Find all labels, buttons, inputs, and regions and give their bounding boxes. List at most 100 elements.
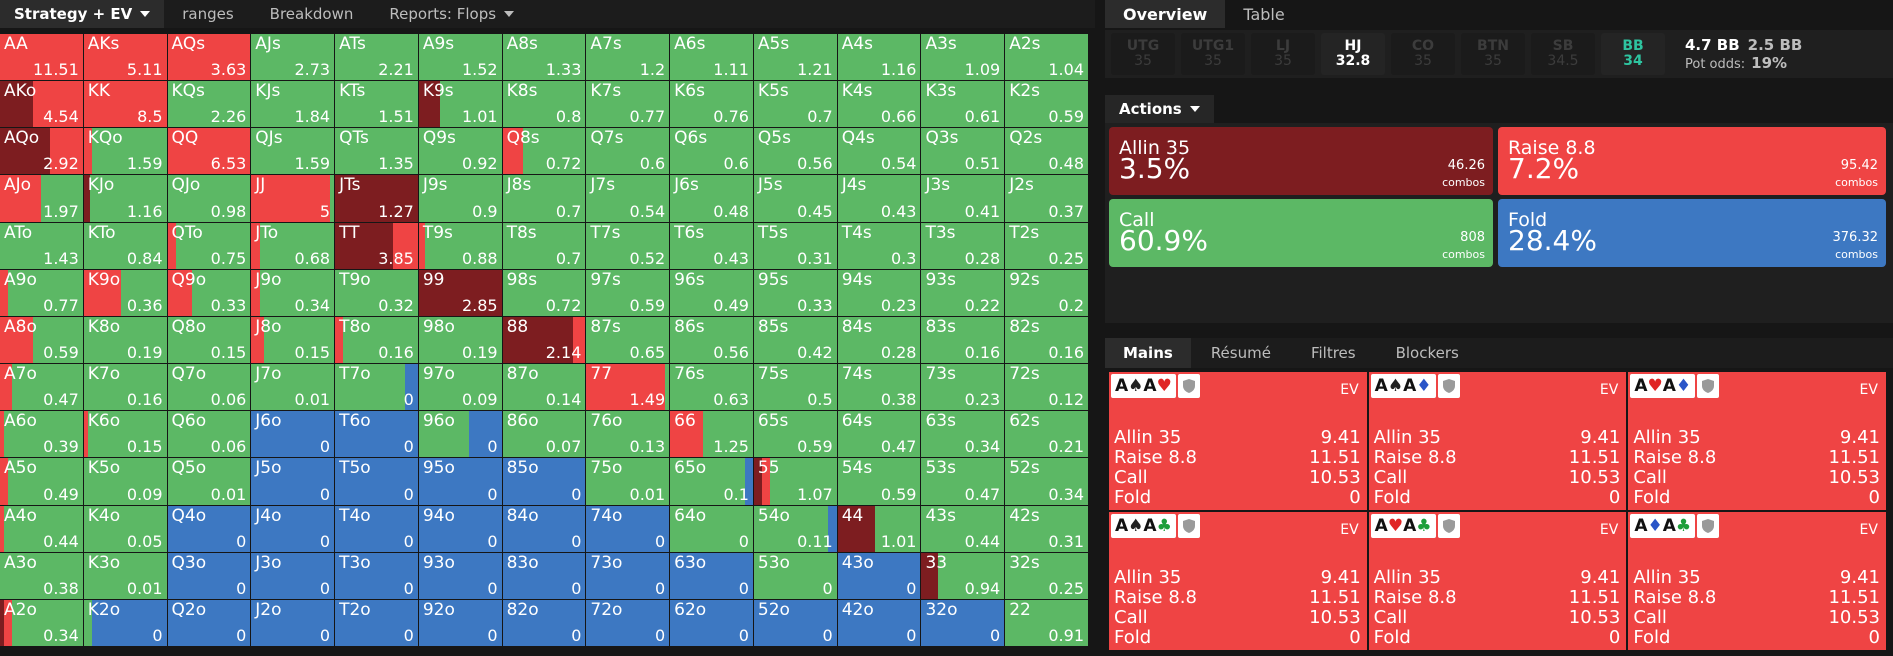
hand-cell[interactable]: KTs 1.51	[335, 81, 418, 128]
hand-cell[interactable]: 63s 0.34	[921, 411, 1005, 458]
position-sb[interactable]: SB 34.5	[1531, 33, 1595, 75]
hand-cell[interactable]: 94o 0	[418, 505, 502, 552]
hand-cell[interactable]: J6s 0.48	[670, 175, 753, 222]
position-hj[interactable]: HJ 32.8	[1321, 33, 1385, 75]
hand-cell[interactable]: 74s 0.38	[837, 364, 921, 411]
action-allin[interactable]: Allin 35 3.5% 46.26 combos	[1109, 127, 1493, 195]
hand-cell[interactable]: T2s 0.25	[1005, 222, 1088, 269]
hand-cell[interactable]: Q9s 0.92	[418, 128, 502, 175]
hand-cell[interactable]: J8s 0.7	[502, 175, 586, 222]
hand-cell[interactable]: A3o 0.38	[0, 552, 83, 599]
hand-cell[interactable]: T5s 0.31	[753, 222, 837, 269]
hand-cell[interactable]: Q4o 0	[167, 505, 251, 552]
hand-cell[interactable]: 83o 0	[502, 552, 586, 599]
hand-cell[interactable]: 84o 0	[502, 505, 586, 552]
hand-cell[interactable]: T8s 0.7	[502, 222, 586, 269]
hand-cell[interactable]: A5s 1.21	[753, 34, 837, 81]
action-call[interactable]: Call 60.9% 808 combos	[1109, 199, 1493, 267]
hand-cell[interactable]: A9o 0.77	[0, 269, 83, 316]
hand-cell[interactable]: Q8o 0.15	[167, 316, 251, 364]
hand-cell[interactable]: 76s 0.63	[670, 364, 753, 411]
action-fold[interactable]: Fold 28.4% 376.32 combos	[1498, 199, 1886, 267]
tab-blockers[interactable]: Blockers	[1376, 338, 1479, 368]
hand-cell[interactable]: AQs 3.63	[167, 34, 251, 81]
hand-cell[interactable]: K7o 0.16	[83, 364, 167, 411]
hand-cell[interactable]: 53s 0.47	[921, 458, 1005, 505]
hand-cell[interactable]: 74o 0	[586, 505, 670, 552]
hand-cell[interactable]: 53o 0	[753, 552, 837, 599]
hand-cell[interactable]: K6o 0.15	[83, 411, 167, 458]
hand-cell[interactable]: 72o 0	[586, 599, 670, 646]
hand-cell[interactable]: K9o 0.36	[83, 269, 167, 316]
position-btn[interactable]: BTN 35	[1461, 33, 1525, 75]
hand-cell[interactable]: J9s 0.9	[418, 175, 502, 222]
tab-overview[interactable]: Overview	[1105, 0, 1226, 28]
hand-cell[interactable]: 66 1.25	[670, 411, 753, 458]
hand-cell[interactable]: 93o 0	[418, 552, 502, 599]
hand-cell[interactable]: 99 2.85	[418, 269, 502, 316]
hand-cell[interactable]: Q8s 0.72	[502, 128, 586, 175]
hand-cell[interactable]: T9o 0.32	[335, 269, 418, 316]
hand-cell[interactable]: ATs 2.21	[335, 34, 418, 81]
hand-cell[interactable]: T6s 0.43	[670, 222, 753, 269]
hand-cell[interactable]: AKs 5.11	[83, 34, 167, 81]
hand-cell[interactable]: K4s 0.66	[837, 81, 921, 128]
hand-cell[interactable]: 97o 0.09	[418, 364, 502, 411]
hand-cell[interactable]: A7s 1.2	[586, 34, 670, 81]
position-utg1[interactable]: UTG1 35	[1181, 33, 1245, 75]
hand-cell[interactable]: 42s 0.31	[1005, 505, 1088, 552]
hand-cell[interactable]: 95o 0	[418, 458, 502, 505]
hand-cell[interactable]: A6o 0.39	[0, 411, 83, 458]
hand-cell[interactable]: K5o 0.09	[83, 458, 167, 505]
hand-cell[interactable]: Q9o 0.33	[167, 269, 251, 316]
hand-cell[interactable]: 75o 0.01	[586, 458, 670, 505]
hand-cell[interactable]: A4o 0.44	[0, 505, 83, 552]
hand-cell[interactable]: AJo 1.97	[0, 175, 83, 222]
position-co[interactable]: CO 35	[1391, 33, 1455, 75]
hand-cell[interactable]: K8o 0.19	[83, 316, 167, 364]
hand-cell[interactable]: 77 1.49	[586, 364, 670, 411]
hand-cell[interactable]: T5o 0	[335, 458, 418, 505]
hand-cell[interactable]: ATo 1.43	[0, 222, 83, 269]
hand-cell[interactable]: Q3o 0	[167, 552, 251, 599]
hand-cell[interactable]: 63o 0	[670, 552, 753, 599]
tab-strategy-ev[interactable]: Strategy + EV	[0, 0, 165, 28]
hand-cell[interactable]: AKo 4.54	[0, 81, 83, 128]
hand-cell[interactable]: 95s 0.33	[753, 269, 837, 316]
tab-filtres[interactable]: Filtres	[1291, 338, 1376, 368]
hand-cell[interactable]: 98s 0.72	[502, 269, 586, 316]
hand-cell[interactable]: JTs 1.27	[335, 175, 418, 222]
hand-cell[interactable]: JJ 5	[251, 175, 335, 222]
hand-cell[interactable]: J3s 0.41	[921, 175, 1005, 222]
hand-cell[interactable]: TT 3.85	[335, 222, 418, 269]
hand-cell[interactable]: 33 0.94	[921, 552, 1005, 599]
hand-cell[interactable]: J5s 0.45	[753, 175, 837, 222]
hand-cell[interactable]: 75s 0.5	[753, 364, 837, 411]
hand-cell[interactable]: 43o 0	[837, 552, 921, 599]
hand-cell[interactable]: 55 1.07	[753, 458, 837, 505]
hand-cell[interactable]: 86o 0.07	[502, 411, 586, 458]
tab-reports-flops[interactable]: Reports: Flops	[371, 0, 532, 28]
hand-cell[interactable]: KJs 1.84	[251, 81, 335, 128]
hand-cell[interactable]: QTs 1.35	[335, 128, 418, 175]
hand-cell[interactable]: A4s 1.16	[837, 34, 921, 81]
combo-card[interactable]: A ♥ A ♣ EV Allin 35 9.41 Raise 8.8 11.51 Call 10.5…	[1368, 512, 1627, 650]
hand-cell[interactable]: KQo 1.59	[83, 128, 167, 175]
hand-cell[interactable]: 73s 0.23	[921, 364, 1005, 411]
hand-cell[interactable]: 22 0.91	[1005, 599, 1088, 646]
hand-cell[interactable]: J9o 0.34	[251, 269, 335, 316]
hand-cell[interactable]: 87s 0.65	[586, 316, 670, 364]
hand-cell[interactable]: 92s 0.2	[1005, 269, 1088, 316]
hand-cell[interactable]: 32s 0.25	[1005, 552, 1088, 599]
hand-cell[interactable]: K5s 0.7	[753, 81, 837, 128]
hand-cell[interactable]: T7o 0	[335, 364, 418, 411]
hand-cell[interactable]: 86s 0.56	[670, 316, 753, 364]
hand-cell[interactable]: QQ 6.53	[167, 128, 251, 175]
hand-cell[interactable]: 98o 0.19	[418, 316, 502, 364]
hand-cell[interactable]: Q2s 0.48	[1005, 128, 1088, 175]
tab-table[interactable]: Table	[1225, 0, 1302, 28]
hand-cell[interactable]: J8o 0.15	[251, 316, 335, 364]
hand-cell[interactable]: AQo 2.92	[0, 128, 83, 175]
hand-cell[interactable]: J4o 0	[251, 505, 335, 552]
combo-card[interactable]: A ♦ A ♣ EV Allin 35 9.41 Raise 8.8 11.51 Call 10.5…	[1628, 512, 1886, 650]
